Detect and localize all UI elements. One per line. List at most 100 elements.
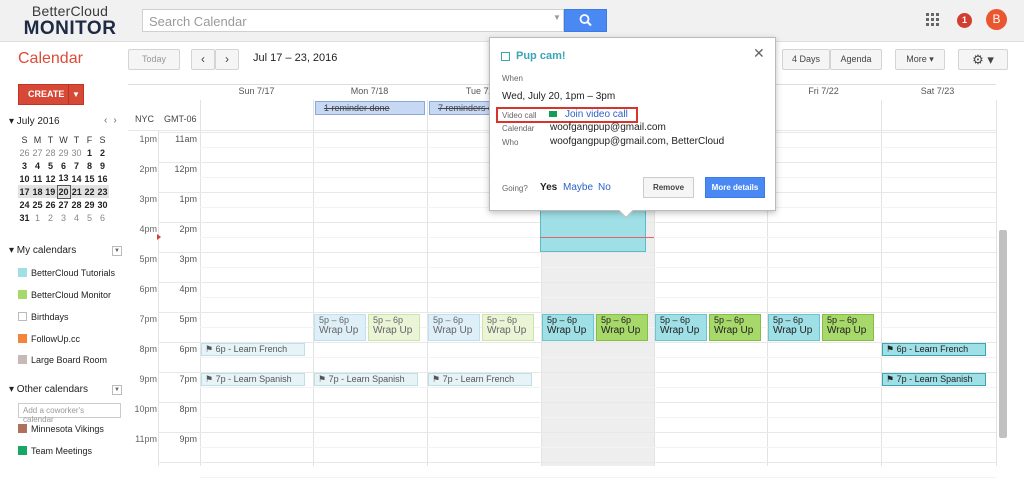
mini-calendar-month-title[interactable]: ▾ July 2016 [9, 116, 60, 127]
add-coworker-calendar-input[interactable]: Add a coworker's calendar [18, 403, 121, 424]
other-calendars-dropdown-icon[interactable]: ▼ [112, 385, 122, 395]
mini-cal-day[interactable]: 25 [31, 198, 44, 211]
create-dropdown-arrow-icon[interactable]: ▼ [68, 85, 83, 104]
mini-cal-day[interactable]: 14 [70, 172, 83, 185]
bettercloud-monitor-logo[interactable]: BetterCloud MONITOR [18, 4, 122, 38]
close-icon[interactable]: ✕ [753, 45, 765, 62]
more-menu-button[interactable]: More ▾ [895, 49, 945, 70]
event-task[interactable]: ⚑ 7p - Learn Spanish [201, 373, 305, 386]
day-header[interactable]: Sat 7/23 [881, 86, 994, 96]
mini-cal-day[interactable]: 19 [44, 185, 57, 198]
mini-cal-day[interactable]: 30 [96, 198, 109, 211]
mini-cal-day[interactable]: 29 [57, 146, 70, 159]
day-header[interactable]: Mon 7/18 [313, 86, 426, 96]
mini-cal-day[interactable]: 9 [96, 159, 109, 172]
event-wrap-up[interactable]: 5p – 6p Wrap Up [655, 314, 707, 341]
mini-cal-day[interactable]: 10 [18, 172, 31, 185]
mini-cal-day[interactable]: 4 [31, 159, 44, 172]
allday-reminder-mon[interactable]: 1 reminder done [315, 101, 425, 115]
mini-cal-day[interactable]: 18 [31, 185, 44, 198]
my-calendars-title[interactable]: ▾ My calendars [9, 245, 76, 256]
mini-cal-day[interactable]: 24 [18, 198, 31, 211]
calendar-color-swatch[interactable] [18, 334, 27, 343]
mini-cal-day[interactable]: 7 [70, 159, 83, 172]
mini-cal-day[interactable]: 12 [44, 172, 57, 185]
event-task[interactable]: ⚑ 7p - Learn Spanish [314, 373, 418, 386]
mini-calendar-nav-icons[interactable]: ‹› [104, 115, 123, 126]
calendar-item[interactable]: Team Meetings [18, 446, 92, 458]
remove-button[interactable]: Remove [643, 177, 694, 198]
search-input[interactable]: Search Calendar [142, 9, 564, 32]
event-task[interactable]: ⚑ 7p - Learn Spanish [882, 373, 986, 386]
search-button[interactable] [564, 9, 607, 32]
event-task[interactable]: ⚑ 6p - Learn French [201, 343, 305, 356]
mini-cal-day[interactable]: 26 [44, 198, 57, 211]
calendar-color-swatch[interactable] [18, 446, 27, 455]
mini-cal-day[interactable]: 6 [96, 211, 109, 224]
event-wrap-up[interactable]: 5p – 6p Wrap Up [768, 314, 820, 341]
mini-cal-day[interactable]: 1 [83, 146, 96, 159]
event-wrap-up[interactable]: 5p – 6p Wrap Up [428, 314, 480, 341]
mini-cal-day[interactable]: 5 [83, 211, 96, 224]
calendar-color-swatch[interactable] [18, 355, 27, 364]
four-days-view-button[interactable]: 4 Days [782, 49, 830, 70]
next-week-button[interactable]: › [215, 49, 239, 70]
mini-cal-day[interactable]: 21 [70, 185, 83, 198]
more-details-button[interactable]: More details [705, 177, 765, 198]
mini-cal-day[interactable]: 3 [18, 159, 31, 172]
create-button[interactable]: CREATE ▼ [18, 84, 84, 105]
mini-cal-day[interactable]: 16 [96, 172, 109, 185]
rsvp-yes-link[interactable]: Yes [540, 182, 557, 193]
event-wrap-up[interactable]: 5p – 6p Wrap Up [709, 314, 761, 341]
previous-week-button[interactable]: ‹ [191, 49, 215, 70]
mini-cal-day[interactable]: 15 [83, 172, 96, 185]
avatar[interactable]: B [986, 9, 1007, 30]
mini-cal-day[interactable]: 31 [18, 211, 31, 224]
rsvp-maybe-link[interactable]: Maybe [563, 182, 593, 193]
calendar-item[interactable]: Large Board Room [18, 355, 107, 367]
agenda-view-button[interactable]: Agenda [830, 49, 882, 70]
mini-cal-day[interactable]: 27 [31, 146, 44, 159]
mini-cal-day[interactable]: 23 [96, 185, 109, 198]
mini-cal-day[interactable]: 28 [44, 146, 57, 159]
mini-cal-day[interactable]: 13 [57, 172, 70, 185]
mini-cal-day[interactable]: 5 [44, 159, 57, 172]
calendar-color-swatch[interactable] [18, 312, 27, 321]
event-wrap-up[interactable]: 5p – 6p Wrap Up [314, 314, 366, 341]
mini-cal-day[interactable]: 28 [70, 198, 83, 211]
event-task[interactable]: ⚑ 7p - Learn French [428, 373, 532, 386]
calendar-item[interactable]: Minnesota Vikings [18, 424, 104, 436]
mini-cal-day[interactable]: 20 [56, 184, 71, 199]
event-wrap-up[interactable]: 5p – 6p Wrap Up [822, 314, 874, 341]
mini-cal-day[interactable]: 26 [18, 146, 31, 159]
scrollbar[interactable] [999, 230, 1007, 438]
today-button[interactable]: Today [128, 49, 180, 70]
calendar-item[interactable]: Birthdays [18, 312, 69, 324]
event-wrap-up[interactable]: 5p – 6p Wrap Up [542, 314, 594, 341]
event-task[interactable]: ⚑ 6p - Learn French [882, 343, 986, 356]
mini-cal-day[interactable]: 27 [57, 198, 70, 211]
mini-cal-day[interactable]: 30 [70, 146, 83, 159]
apps-grid-icon[interactable] [926, 13, 939, 26]
day-header[interactable]: Sun 7/17 [200, 86, 313, 96]
calendar-color-swatch[interactable] [18, 424, 27, 433]
mini-cal-day[interactable]: 22 [83, 185, 96, 198]
calendar-color-swatch[interactable] [18, 290, 27, 299]
calendar-color-swatch[interactable] [18, 268, 27, 277]
event-wrap-up[interactable]: 5p – 6p Wrap Up [596, 314, 648, 341]
calendar-item[interactable]: FollowUp.cc [18, 334, 80, 346]
mini-cal-day[interactable]: 29 [83, 198, 96, 211]
join-video-call-link[interactable]: Join video call [565, 109, 628, 120]
mini-cal-day[interactable]: 8 [83, 159, 96, 172]
mini-cal-day[interactable]: 2 [96, 146, 109, 159]
mini-cal-day[interactable]: 2 [44, 211, 57, 224]
notification-badge[interactable]: 1 [957, 13, 972, 28]
mini-cal-day[interactable]: 1 [31, 211, 44, 224]
event-wrap-up[interactable]: 5p – 6p Wrap Up [482, 314, 534, 341]
calendar-item[interactable]: BetterCloud Monitor [18, 290, 111, 302]
mini-cal-day[interactable]: 17 [18, 185, 31, 198]
mini-cal-day[interactable]: 4 [70, 211, 83, 224]
day-header[interactable]: Fri 7/22 [767, 86, 880, 96]
event-wrap-up[interactable]: 5p – 6p Wrap Up [368, 314, 420, 341]
mini-cal-day[interactable]: 3 [57, 211, 70, 224]
